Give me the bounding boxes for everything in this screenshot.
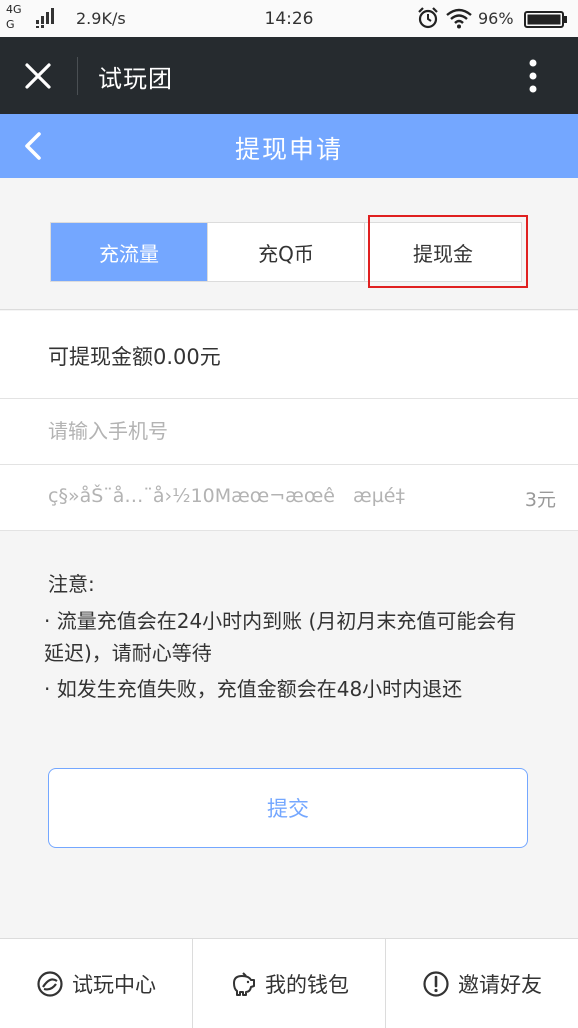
wifi-icon [446,8,472,29]
title-divider [77,57,78,95]
nav-item-trial-center[interactable]: 试玩中心 [0,939,192,1028]
app-title: 试玩团 [98,65,173,93]
notice-title: 注意: [48,572,95,596]
phone-input[interactable] [48,413,528,449]
nav-label-wallet: 我的钱包 [265,972,349,997]
more-options-icon[interactable] [518,55,548,97]
battery-percent: 96% [478,9,514,28]
alarm-icon [418,7,438,29]
available-amount: 可提现金额0.00元 [48,345,221,369]
tab-data-recharge[interactable]: 充流量 [51,223,207,281]
nav-label-invite-friends: 邀请好友 [458,972,542,997]
available-amount-row: 可提现金额0.00元 [0,311,578,399]
invite-exclamation-icon [423,970,449,997]
package-price: 3元 [524,489,556,511]
close-icon[interactable] [20,58,56,94]
battery-icon [524,11,567,28]
tab-cash-withdraw[interactable]: 提现金 [364,223,521,281]
wallet-piggy-icon [233,971,255,996]
status-bar: 4G G 2.9K/s 14:26 96% [0,0,578,37]
page-header: 提现申请 [0,114,578,178]
trial-center-icon [37,970,63,997]
package-name: ç§»åŠ¨å…¨å›½10Mæœ¬æœê æµé‡ [48,485,405,507]
notice-section: 注意: · 流量充值会在24小时内到账 (月初月末充值可能会有延迟)，请耐心等待… [0,532,578,912]
tab-qcoin-recharge[interactable]: 充Q币 [207,223,364,281]
submit-button[interactable]: 提交 [48,768,528,848]
package-row[interactable]: ç§»åŠ¨å…¨å›½10Mæœ¬æœê æµé‡ 3元 [0,465,578,531]
bottom-nav: 试玩中心 我的钱包 邀请好友 [0,938,578,1028]
nav-item-invite-friends[interactable]: 邀请好友 [385,939,578,1028]
nav-label-trial-center: 试玩中心 [72,972,156,997]
phone-row [0,399,578,465]
notice-line-2: · 如发生充值失败，充值金额会在48小时内退还 [44,677,463,701]
recharge-type-tabs: 充流量 充Q币 提现金 [50,222,522,282]
title-bar: 试玩团 [0,37,578,114]
page-title: 提现申请 [234,135,343,164]
tabs-area: 充流量 充Q币 提现金 [0,178,578,310]
notice-line-1: · 流量充值会在24小时内到账 (月初月末充值可能会有延迟)，请耐心等待 [44,609,517,665]
nav-item-wallet[interactable]: 我的钱包 [192,939,385,1028]
